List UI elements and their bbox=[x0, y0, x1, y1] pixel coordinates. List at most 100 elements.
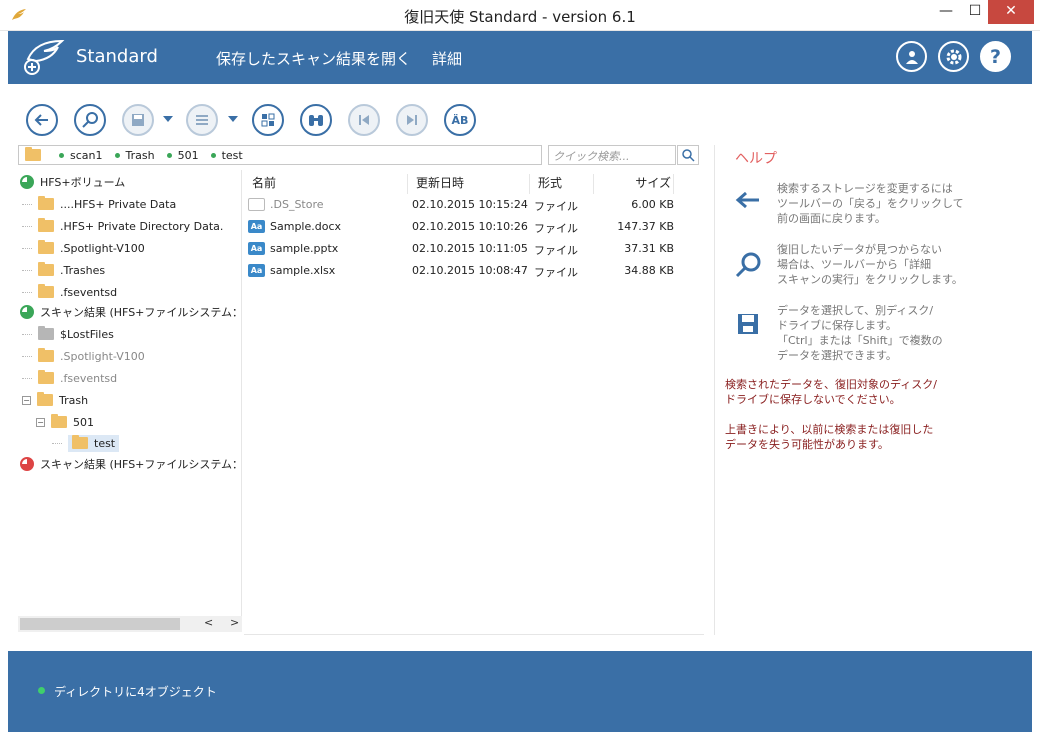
user-button[interactable] bbox=[896, 41, 927, 72]
back-button[interactable] bbox=[26, 104, 58, 136]
breadcrumb-item[interactable]: Trash bbox=[114, 149, 155, 162]
file-size: 6.00 KB bbox=[631, 198, 674, 211]
next-icon bbox=[407, 115, 417, 125]
list-divider bbox=[244, 634, 704, 635]
checklist-icon bbox=[196, 115, 208, 125]
back-icon bbox=[34, 114, 48, 126]
blank-file-icon bbox=[248, 198, 265, 211]
tree-node[interactable]: .Trashes bbox=[22, 259, 105, 281]
file-type: ファイル bbox=[534, 266, 578, 279]
user-icon bbox=[905, 50, 918, 64]
folder-icon bbox=[25, 147, 41, 161]
close-button[interactable]: ✕ bbox=[988, 0, 1034, 24]
file-size: 147.37 KB bbox=[617, 220, 674, 233]
prev-icon bbox=[359, 115, 369, 125]
column-header-name[interactable]: 名前 bbox=[252, 174, 408, 194]
help-item-scan: 復旧したいデータが見つからない 場合は、ツールバーから「詳細 スキャンの実行」を… bbox=[733, 242, 1033, 292]
help-question-icon: ? bbox=[989, 45, 1002, 68]
folder-icon bbox=[38, 370, 54, 384]
table-row[interactable]: Aa Sample.docx 02.10.2015 10:10:26 ファイル … bbox=[244, 216, 684, 238]
document-file-icon: Aa bbox=[248, 220, 265, 233]
tree-node[interactable]: .HFS+ Private Directory Data. bbox=[22, 215, 223, 237]
document-file-icon: Aa bbox=[248, 264, 265, 277]
back-arrow-icon bbox=[735, 191, 759, 209]
tree-node[interactable]: .Spotlight-V100 bbox=[22, 345, 145, 367]
tree-node-501[interactable]: −501 bbox=[36, 411, 94, 433]
help-button[interactable]: ? bbox=[980, 41, 1011, 72]
window-title: 復旧天使 Standard - version 6.1 bbox=[404, 8, 636, 26]
brand-label: Standard bbox=[76, 46, 158, 67]
view-mode-button[interactable] bbox=[252, 104, 284, 136]
folder-icon bbox=[51, 414, 67, 428]
binoculars-icon bbox=[309, 115, 323, 126]
minimize-button[interactable]: — bbox=[933, 0, 959, 24]
settings-button[interactable] bbox=[938, 41, 969, 72]
file-name: sample.xlsx bbox=[270, 264, 336, 277]
tree-node-test[interactable]: test bbox=[52, 432, 120, 454]
scrollbar-thumb[interactable] bbox=[20, 618, 180, 630]
document-file-icon: Aa bbox=[248, 242, 265, 255]
tree-node-scan-result-2[interactable]: スキャン結果 (HFS+ファイルシステム：40.7 bbox=[20, 453, 241, 475]
tree-node[interactable]: .Spotlight-V100 bbox=[22, 237, 145, 259]
advanced-scan-button[interactable] bbox=[74, 104, 106, 136]
tree-horizontal-scrollbar[interactable]: < > bbox=[18, 616, 242, 632]
breadcrumb-item[interactable]: scan1 bbox=[59, 149, 103, 162]
maximize-button[interactable]: ☐ bbox=[962, 0, 988, 24]
save-icon bbox=[738, 314, 758, 334]
file-date: 02.10.2015 10:11:05 bbox=[412, 242, 528, 255]
app-logo-icon bbox=[24, 39, 65, 75]
table-row[interactable]: Aa sample.xlsx 02.10.2015 10:08:47 ファイル … bbox=[244, 260, 684, 282]
folder-icon bbox=[37, 392, 53, 406]
tree-node[interactable]: .fseventsd bbox=[22, 367, 117, 389]
tree-node-hfs-volume[interactable]: HFS+ボリューム bbox=[20, 171, 125, 193]
find-button[interactable] bbox=[300, 104, 332, 136]
tree-node[interactable]: $LostFiles bbox=[22, 323, 114, 345]
status-text: ディレクトリに4オブジェクト bbox=[54, 685, 217, 699]
tree-node[interactable]: .fseventsd bbox=[22, 281, 117, 303]
details-link[interactable]: 詳細 bbox=[432, 48, 462, 69]
column-header-size[interactable]: サイズ bbox=[598, 174, 674, 194]
folder-icon bbox=[38, 348, 54, 362]
save-dropdown-arrow[interactable] bbox=[163, 116, 173, 122]
file-date: 02.10.2015 10:15:24 bbox=[412, 198, 528, 211]
scan-pie-icon bbox=[20, 457, 34, 471]
save-button[interactable] bbox=[122, 104, 154, 136]
file-date: 02.10.2015 10:10:26 bbox=[412, 220, 528, 233]
status-dot-icon bbox=[38, 687, 45, 694]
table-row[interactable]: Aa sample.pptx 02.10.2015 10:11:05 ファイル … bbox=[244, 238, 684, 260]
save-icon bbox=[132, 114, 144, 126]
help-item-back: 検索するストレージを変更するには ツールバーの「戻る」をクリックして 前の画面に… bbox=[733, 181, 1033, 231]
select-dropdown-arrow[interactable] bbox=[228, 116, 238, 122]
quick-search-input[interactable]: クイック検索... bbox=[548, 145, 676, 165]
path-breadcrumb[interactable]: scan1 Trash 501 test bbox=[18, 145, 542, 165]
file-type: ファイル bbox=[534, 244, 578, 257]
next-button[interactable] bbox=[396, 104, 428, 136]
breadcrumb-item[interactable]: 501 bbox=[166, 149, 199, 162]
collapse-toggle[interactable]: − bbox=[22, 395, 31, 405]
column-header-type[interactable]: 形式 bbox=[538, 174, 594, 194]
tree-node-scan-result-1[interactable]: スキャン結果 (HFS+ファイルシステム：41.5 bbox=[20, 301, 241, 323]
search-scan-icon bbox=[82, 112, 98, 128]
folder-icon bbox=[38, 240, 54, 254]
file-size: 34.88 KB bbox=[624, 264, 674, 277]
table-row[interactable]: .DS_Store 02.10.2015 10:15:24 ファイル 6.00 … bbox=[244, 194, 684, 216]
file-name: .DS_Store bbox=[270, 198, 324, 211]
scroll-left-arrow[interactable]: < bbox=[204, 616, 213, 629]
file-type: ファイル bbox=[534, 200, 578, 213]
breadcrumb-item[interactable]: test bbox=[210, 149, 243, 162]
text-encoding-button[interactable]: ÄB bbox=[444, 104, 476, 136]
scroll-right-arrow[interactable]: > bbox=[230, 616, 239, 629]
select-list-button[interactable] bbox=[186, 104, 218, 136]
tree-node-trash[interactable]: − Trash bbox=[22, 389, 88, 411]
folder-icon bbox=[38, 196, 54, 210]
folder-icon bbox=[72, 435, 88, 449]
previous-button[interactable] bbox=[348, 104, 380, 136]
collapse-toggle[interactable]: − bbox=[36, 417, 45, 427]
file-size: 37.31 KB bbox=[624, 242, 674, 255]
open-saved-scan-link[interactable]: 保存したスキャン結果を開く bbox=[216, 48, 411, 69]
folder-tree: HFS+ボリューム ....HFS+ Private Data .HFS+ Pr… bbox=[18, 170, 242, 632]
help-title: ヘルプ bbox=[735, 151, 777, 167]
column-header-date[interactable]: 更新日時 bbox=[416, 174, 530, 194]
tree-node[interactable]: ....HFS+ Private Data bbox=[22, 193, 176, 215]
search-button[interactable] bbox=[677, 145, 699, 165]
